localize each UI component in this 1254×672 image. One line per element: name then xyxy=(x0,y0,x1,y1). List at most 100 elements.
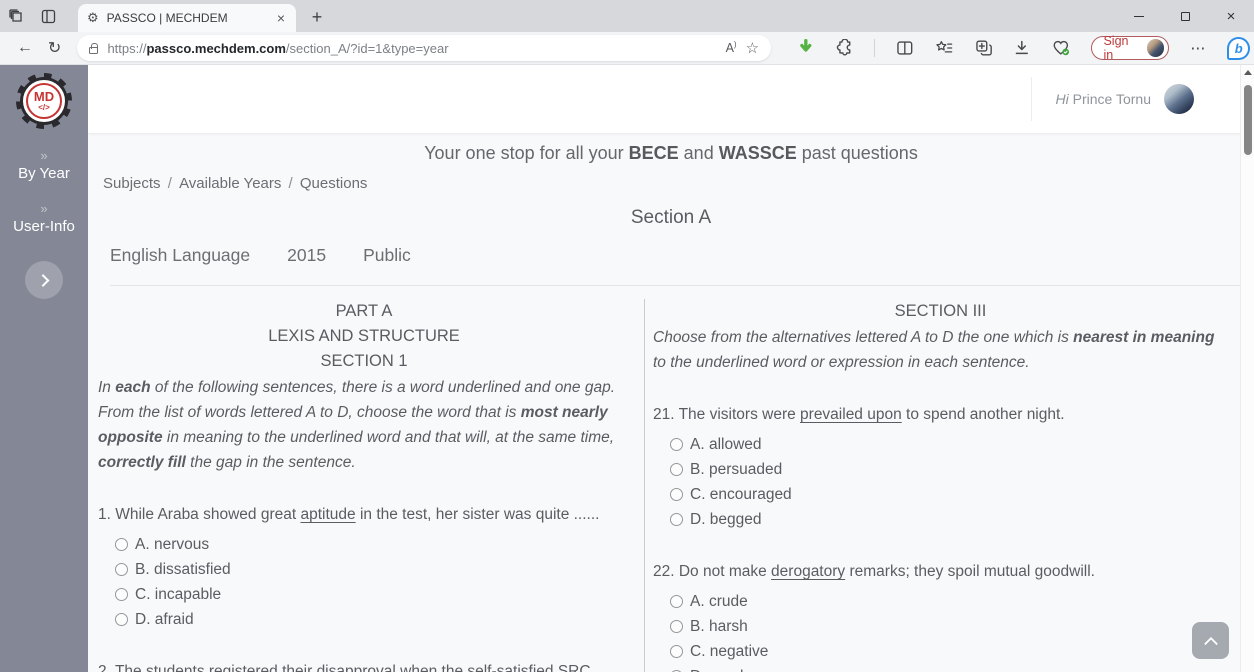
radio-button[interactable] xyxy=(670,595,683,608)
column-heading: SECTION 1 xyxy=(98,349,630,374)
lock-icon[interactable] xyxy=(89,47,98,54)
answer-option[interactable]: B. dissatisfied xyxy=(115,557,630,582)
user-greeting-area: Hi Prince Tornu xyxy=(1031,77,1194,121)
breadcrumb-separator: / xyxy=(161,175,180,192)
answer-option[interactable]: A. nervous xyxy=(115,532,630,557)
refresh-icon[interactable]: ↻ xyxy=(40,34,70,62)
browser-essentials-icon[interactable] xyxy=(1052,39,1071,57)
question-column-left: PART ALEXIS AND STRUCTURESECTION 1In eac… xyxy=(98,299,644,672)
question-text: 21. The visitors were prevailed upon to … xyxy=(653,402,1228,427)
tab-title: PASSCO | MECHDEM xyxy=(107,11,267,25)
browser-tab[interactable]: ⚙ PASSCO | MECHDEM × xyxy=(78,4,296,32)
answer-option[interactable]: A. crude xyxy=(670,589,1228,614)
option-label: A. allowed xyxy=(690,436,762,454)
chevron-right-icon xyxy=(36,274,49,287)
back-icon[interactable]: ← xyxy=(10,34,40,62)
radio-button[interactable] xyxy=(115,613,128,626)
mechdem-logo[interactable]: MD </> xyxy=(16,73,72,129)
sign-in-label: Sign in xyxy=(1103,34,1140,62)
scrollbar-thumb[interactable] xyxy=(1244,85,1252,155)
page-scrollbar[interactable] xyxy=(1240,65,1254,672)
browser-toolbar: ← ↻ https://passco.mechdem.com/section_A… xyxy=(0,32,1254,65)
sidebar-expand-button[interactable] xyxy=(25,261,63,299)
chevron-double-right-icon: » xyxy=(13,202,75,215)
greeting-text: Hi Prince Tornu xyxy=(1056,91,1151,107)
breadcrumb-item[interactable]: Questions xyxy=(300,175,368,192)
radio-button[interactable] xyxy=(670,438,683,451)
answer-option[interactable]: D. begged xyxy=(670,507,1228,532)
breadcrumb-item[interactable]: Available Years xyxy=(179,175,281,192)
options-list: A. crude B. harsh C. negative D. cruel xyxy=(670,589,1228,672)
breadcrumb: Subjects / Available Years / Questions xyxy=(103,175,1254,192)
profile-avatar xyxy=(1147,39,1165,57)
radio-button[interactable] xyxy=(670,620,683,633)
breadcrumb-item[interactable]: Subjects xyxy=(103,175,161,192)
question-number: 2. xyxy=(98,663,115,672)
section-instructions: In each of the following sentences, ther… xyxy=(98,375,630,475)
copilot-bing-icon[interactable]: b xyxy=(1227,37,1250,60)
answer-option[interactable]: B. persuaded xyxy=(670,457,1228,482)
option-label: B. dissatisfied xyxy=(135,561,231,579)
option-label: B. harsh xyxy=(690,618,748,636)
tab-groups-icon[interactable] xyxy=(975,39,993,57)
option-label: C. incapable xyxy=(135,586,221,604)
read-aloud-icon[interactable]: A) xyxy=(726,41,737,55)
radio-button[interactable] xyxy=(115,538,128,551)
question-columns: PART ALEXIS AND STRUCTURESECTION 1In eac… xyxy=(88,299,1254,672)
scrollbar-up-arrow-icon[interactable] xyxy=(1244,70,1252,75)
toolbar-icon-cluster: Sign in ⋯ b xyxy=(797,36,1244,60)
downloads-icon[interactable] xyxy=(1013,39,1031,57)
radio-button[interactable] xyxy=(115,563,128,576)
answer-option[interactable]: A. allowed xyxy=(670,432,1228,457)
sidebar-item-user-info[interactable]: » User-Info xyxy=(13,202,75,235)
close-button[interactable]: × xyxy=(1208,0,1254,32)
horizontal-divider xyxy=(110,285,1244,286)
vertical-tabs-icon[interactable] xyxy=(32,0,64,32)
question-text: 1. While Araba showed great aptitude in … xyxy=(98,502,630,527)
url-text[interactable]: https://passco.mechdem.com/section_A/?id… xyxy=(107,41,716,56)
question-number: 22. xyxy=(653,563,679,580)
extensions-icon[interactable] xyxy=(836,39,854,57)
options-list: A. nervous B. dissatisfied C. incapable D. … xyxy=(115,532,630,632)
sign-in-button[interactable]: Sign in xyxy=(1091,36,1169,60)
column-heading: LEXIS AND STRUCTURE xyxy=(98,324,630,349)
question-text: 22. Do not make derogatory remarks; they… xyxy=(653,559,1228,584)
sidebar-item-label: By Year xyxy=(18,165,70,182)
tab-close-icon[interactable]: × xyxy=(275,11,287,25)
answer-option[interactable]: C. encouraged xyxy=(670,482,1228,507)
minimize-button[interactable] xyxy=(1116,0,1162,32)
split-screen-icon[interactable] xyxy=(896,39,914,57)
answer-option[interactable]: D. afraid xyxy=(115,607,630,632)
radio-button[interactable] xyxy=(115,588,128,601)
workspaces-icon[interactable] xyxy=(0,0,32,32)
radio-button[interactable] xyxy=(670,488,683,501)
new-tab-button[interactable]: + xyxy=(304,4,330,30)
sidebar-item-by-year[interactable]: » By Year xyxy=(18,149,70,182)
option-label: C. negative xyxy=(690,643,768,661)
option-label: D. cruel xyxy=(690,668,743,672)
answer-option[interactable]: C. negative xyxy=(670,639,1228,664)
year-label: 2015 xyxy=(287,245,326,266)
radio-button[interactable] xyxy=(670,645,683,658)
radio-button[interactable] xyxy=(670,463,683,476)
settings-more-icon[interactable]: ⋯ xyxy=(1190,39,1206,57)
answer-option[interactable]: D. cruel xyxy=(670,664,1228,672)
answer-option[interactable]: B. harsh xyxy=(670,614,1228,639)
logo-center: MD </> xyxy=(26,83,62,119)
question-column-right: SECTION IIIChoose from the alternatives … xyxy=(644,299,1254,672)
option-label: A. nervous xyxy=(135,536,209,554)
user-avatar[interactable] xyxy=(1164,84,1194,114)
site-header: Hi Prince Tornu xyxy=(88,65,1254,133)
question-number: 21. xyxy=(653,406,679,423)
page-title: Section A xyxy=(88,207,1254,229)
question: 1. While Araba showed great aptitude in … xyxy=(98,502,630,632)
collections-icon[interactable] xyxy=(935,39,954,57)
sidebar-item-label: User-Info xyxy=(13,218,75,235)
radio-button[interactable] xyxy=(670,513,683,526)
smartscreen-download-icon[interactable] xyxy=(797,39,815,57)
restore-button[interactable] xyxy=(1162,0,1208,32)
address-bar[interactable]: https://passco.mechdem.com/section_A/?id… xyxy=(77,35,771,61)
scroll-to-top-button[interactable] xyxy=(1192,622,1229,659)
answer-option[interactable]: C. incapable xyxy=(115,582,630,607)
favorite-star-icon[interactable]: ☆ xyxy=(746,39,759,57)
